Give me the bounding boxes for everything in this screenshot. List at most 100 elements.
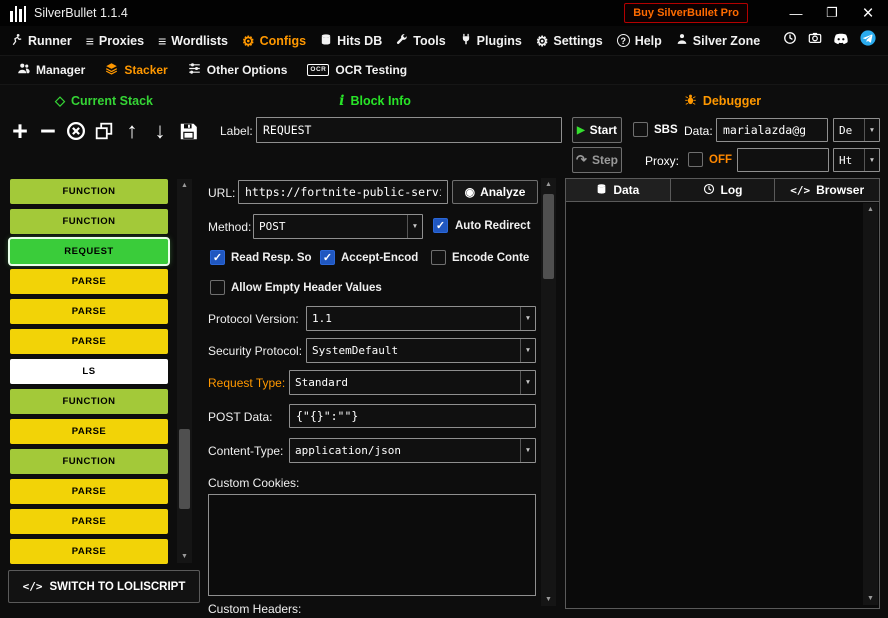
step-arrow-icon: ↷ bbox=[576, 152, 587, 168]
stack-block[interactable]: PARSE bbox=[10, 269, 168, 294]
stack-block[interactable]: PARSE bbox=[10, 539, 168, 564]
url-label: URL: bbox=[208, 186, 235, 200]
url-input[interactable] bbox=[238, 180, 448, 204]
scroll-down-icon[interactable]: ▼ bbox=[541, 593, 556, 606]
data-type-dropdown[interactable]: De ▼ bbox=[833, 118, 880, 142]
protocol-version-dropdown[interactable]: 1.1 ▼ bbox=[306, 306, 536, 331]
stack-block[interactable]: PARSE bbox=[10, 479, 168, 504]
debug-data-input[interactable] bbox=[716, 118, 828, 142]
save-stack-button[interactable] bbox=[178, 115, 198, 147]
encode-content-label: Encode Conte bbox=[452, 252, 529, 264]
proxy-input[interactable] bbox=[737, 148, 829, 172]
move-down-button[interactable]: ↓ bbox=[150, 115, 170, 147]
menu-item-configs[interactable]: ⚙ Configs bbox=[235, 26, 313, 55]
block-label-input[interactable] bbox=[256, 117, 562, 143]
method-dropdown[interactable]: POST ▼ bbox=[253, 214, 423, 239]
list-icon: ≡ bbox=[158, 34, 166, 48]
scroll-up-icon[interactable]: ▲ bbox=[541, 178, 556, 191]
allow-empty-headers-checkbox[interactable] bbox=[210, 280, 225, 295]
app-window: SilverBullet 1.1.4 Buy SilverBullet Pro … bbox=[0, 0, 888, 618]
tab-browser[interactable]: </> Browser bbox=[775, 178, 880, 201]
subtab-other-options[interactable]: Other Options bbox=[179, 56, 297, 84]
allow-empty-headers-label: Allow Empty Header Values bbox=[231, 282, 382, 294]
stack-block[interactable]: FUNCTION bbox=[10, 449, 168, 474]
subtab-stacker[interactable]: Stacker bbox=[96, 56, 176, 84]
scroll-down-icon[interactable]: ▼ bbox=[863, 592, 878, 605]
stack-block[interactable]: PARSE bbox=[10, 329, 168, 354]
request-type-dropdown[interactable]: Standard ▼ bbox=[289, 370, 536, 395]
subtab-label: OCR Testing bbox=[335, 63, 407, 77]
section-title: Debugger bbox=[703, 94, 761, 108]
remove-block-button[interactable]: − bbox=[38, 115, 58, 147]
maximize-button[interactable]: ❐ bbox=[818, 5, 846, 21]
proxy-type-dropdown[interactable]: Ht ▼ bbox=[833, 148, 880, 172]
stack-block[interactable]: REQUEST bbox=[10, 239, 168, 264]
scroll-down-icon[interactable]: ▼ bbox=[177, 550, 192, 563]
close-button[interactable]: × bbox=[854, 4, 882, 23]
menu-item-tools[interactable]: Tools bbox=[389, 26, 452, 55]
scrollbar-thumb[interactable] bbox=[543, 194, 554, 279]
menu-item-settings[interactable]: ⚙ Settings bbox=[529, 26, 610, 55]
auto-redirect-checkbox[interactable] bbox=[433, 218, 448, 233]
encode-content-checkbox[interactable] bbox=[431, 250, 446, 265]
scroll-up-icon[interactable]: ▲ bbox=[177, 179, 192, 192]
scroll-up-icon[interactable]: ▲ bbox=[863, 203, 878, 216]
buy-pro-button[interactable]: Buy SilverBullet Pro bbox=[624, 3, 748, 23]
clone-block-button[interactable] bbox=[94, 115, 114, 147]
start-button[interactable]: ▶ Start bbox=[572, 117, 622, 143]
accept-encoding-checkbox[interactable] bbox=[320, 250, 335, 265]
menu-item-runner[interactable]: Runner bbox=[4, 26, 79, 55]
stack-block[interactable]: FUNCTION bbox=[10, 209, 168, 234]
stack-block[interactable]: PARSE bbox=[10, 509, 168, 534]
question-icon: ? bbox=[617, 34, 630, 47]
stack-scrollbar[interactable]: ▲ ▼ bbox=[177, 179, 192, 563]
tab-log[interactable]: Log bbox=[671, 178, 776, 201]
sbs-checkbox[interactable] bbox=[633, 122, 648, 137]
debugger-scrollbar[interactable]: ▲ ▼ bbox=[863, 203, 878, 605]
post-data-input[interactable] bbox=[289, 404, 536, 428]
stack-block[interactable]: LS bbox=[10, 359, 168, 384]
dropdown-value: De bbox=[834, 119, 864, 141]
tab-label: Data bbox=[613, 183, 639, 197]
stack-block[interactable]: PARSE bbox=[10, 299, 168, 324]
menu-label: Settings bbox=[553, 34, 602, 48]
stack-block[interactable]: PARSE bbox=[10, 419, 168, 444]
titlebar: SilverBullet 1.1.4 Buy SilverBullet Pro … bbox=[0, 0, 888, 26]
switch-to-loliscript-button[interactable]: </> SWITCH TO LOLISCRIPT bbox=[8, 570, 200, 603]
history-button[interactable] bbox=[783, 31, 797, 50]
minimize-button[interactable]: — bbox=[782, 6, 810, 21]
menu-item-silver-zone[interactable]: Silver Zone bbox=[669, 26, 767, 55]
menu-item-plugins[interactable]: Plugins bbox=[453, 26, 529, 55]
content-type-dropdown[interactable]: application/json ▼ bbox=[289, 438, 536, 463]
subtab-ocr-testing[interactable]: OCR OCR Testing bbox=[298, 56, 416, 84]
post-data-label: POST Data: bbox=[208, 410, 272, 424]
proxy-checkbox[interactable] bbox=[688, 152, 703, 167]
menu-item-hits-db[interactable]: Hits DB bbox=[313, 26, 389, 55]
tab-data[interactable]: Data bbox=[565, 178, 671, 201]
analyze-button[interactable]: ◉ Analyze bbox=[452, 180, 538, 204]
step-button[interactable]: ↷ Step bbox=[572, 147, 622, 173]
chevron-down-icon: ▼ bbox=[520, 371, 535, 394]
menu-item-proxies[interactable]: ≡ Proxies bbox=[79, 26, 151, 55]
discord-button[interactable] bbox=[833, 32, 849, 50]
custom-cookies-textarea[interactable] bbox=[208, 494, 536, 596]
read-response-label: Read Resp. So bbox=[231, 252, 312, 264]
security-protocol-dropdown[interactable]: SystemDefault ▼ bbox=[306, 338, 536, 363]
subtab-manager[interactable]: Manager bbox=[8, 56, 94, 84]
dropdown-value: SystemDefault bbox=[307, 339, 520, 362]
menu-item-help[interactable]: ? Help bbox=[610, 26, 669, 55]
menu-label: Wordlists bbox=[171, 34, 228, 48]
screenshot-button[interactable] bbox=[808, 31, 822, 50]
telegram-button[interactable] bbox=[860, 30, 876, 51]
clear-blocks-button[interactable] bbox=[66, 115, 86, 147]
database-icon bbox=[320, 33, 332, 49]
menu-item-wordlists[interactable]: ≡ Wordlists bbox=[151, 26, 235, 55]
read-response-checkbox[interactable] bbox=[210, 250, 225, 265]
block-info-scrollbar[interactable]: ▲ ▼ bbox=[541, 178, 556, 606]
add-block-button[interactable]: + bbox=[10, 115, 30, 147]
menubar: Runner ≡ Proxies ≡ Wordlists ⚙ Configs H… bbox=[0, 26, 888, 56]
move-up-button[interactable]: ↑ bbox=[122, 115, 142, 147]
stack-block[interactable]: FUNCTION bbox=[10, 389, 168, 414]
scrollbar-thumb[interactable] bbox=[179, 429, 190, 509]
stack-block[interactable]: FUNCTION bbox=[10, 179, 168, 204]
